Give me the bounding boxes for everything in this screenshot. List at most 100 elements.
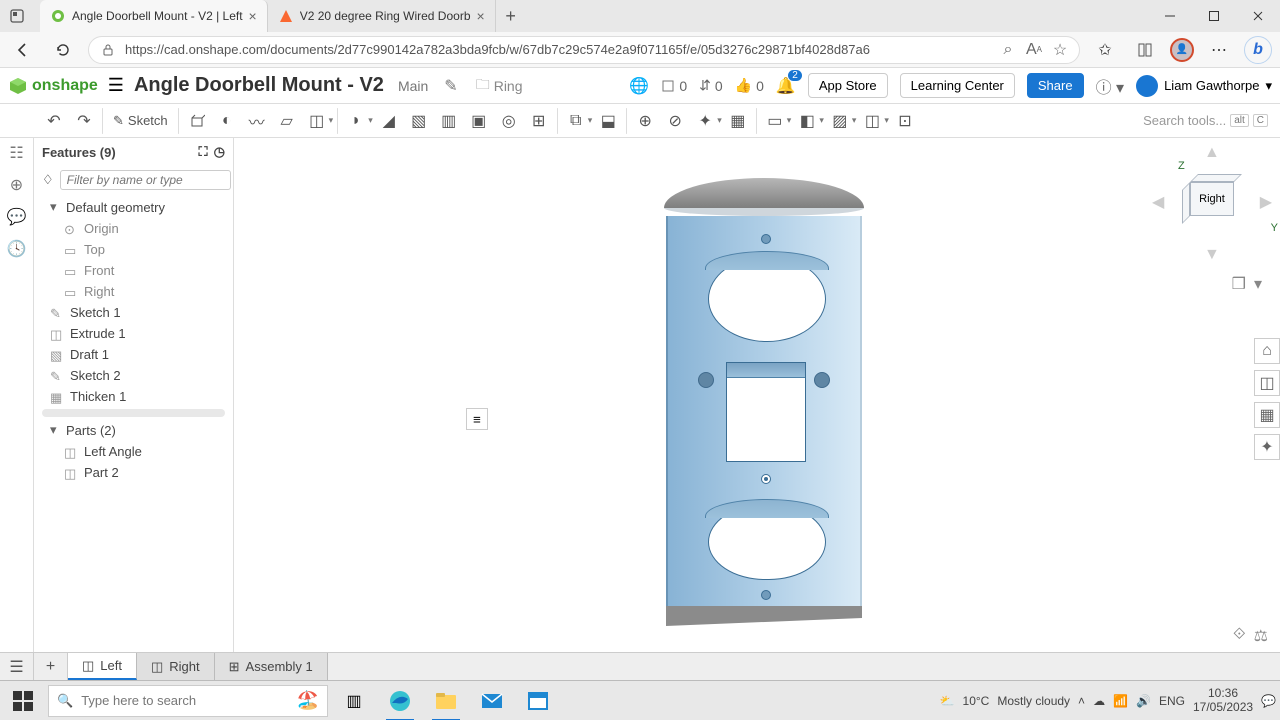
sketch-button[interactable]: ✎Sketch	[107, 108, 174, 134]
appearance-icon[interactable]: ▨	[826, 108, 854, 134]
links-count[interactable]: ⇵0	[699, 77, 723, 94]
iso-view-icon[interactable]: ❒	[1232, 274, 1246, 294]
rib-icon[interactable]: ▥	[435, 108, 463, 134]
part-tab-assembly[interactable]: ⊞Assembly 1	[215, 653, 328, 680]
collapse-panel-button[interactable]: ≡	[466, 408, 488, 430]
view-menu-icon[interactable]: ▾	[1254, 274, 1262, 294]
frame-icon[interactable]: ⊡	[891, 108, 919, 134]
search-tools[interactable]: Search tools... alt C	[1135, 113, 1276, 128]
right-plane-item[interactable]: ▭Right	[34, 281, 233, 302]
tab-manager-button[interactable]: ☰	[0, 653, 34, 680]
filter-icon[interactable]: ♢	[42, 172, 54, 188]
parts-group[interactable]: ▾ Parts (2)	[34, 419, 233, 441]
view-cube[interactable]: ▲ ◀ ▶ ▼ Right Z Y	[1152, 144, 1272, 264]
add-tab-button[interactable]: +	[34, 653, 68, 680]
feature-sketch2[interactable]: ✎Sketch 2	[34, 365, 233, 386]
folder-tag[interactable]: 🗀 Ring	[476, 74, 523, 98]
globe-icon[interactable]: 🌐	[629, 76, 649, 96]
rename-icon[interactable]: ✎	[444, 76, 457, 96]
new-tab-button[interactable]: +	[496, 0, 526, 32]
delete-face-icon[interactable]: ⊘	[661, 108, 689, 134]
rollback-bar[interactable]	[42, 409, 225, 417]
collections-icon[interactable]	[1130, 35, 1160, 65]
mail-app-icon[interactable]	[472, 681, 512, 720]
document-title[interactable]: Angle Doorbell Mount - V2	[134, 74, 384, 97]
close-icon[interactable]: ×	[249, 8, 257, 24]
menu-icon[interactable]: ☰	[108, 75, 124, 96]
feature-tree-icon[interactable]: ☷	[6, 142, 28, 164]
feature-extrude1[interactable]: ◫Extrude 1	[34, 323, 233, 344]
favorite-icon[interactable]: ☆	[1051, 41, 1069, 59]
expand-icon[interactable]: ⛶	[199, 144, 208, 160]
tab-actions-icon[interactable]	[0, 0, 34, 32]
top-plane-item[interactable]: ▭Top	[34, 239, 233, 260]
insert-icon[interactable]: ⊕	[6, 174, 28, 196]
side-tool-2[interactable]: ◫	[1254, 370, 1280, 396]
text-size-icon[interactable]: AA	[1025, 41, 1043, 59]
more-icon[interactable]: ⋯	[1204, 35, 1234, 65]
section-icon[interactable]: ◧	[793, 108, 821, 134]
learning-center-button[interactable]: Learning Center	[900, 73, 1015, 98]
help-icon[interactable]: ⓘ ▾	[1096, 74, 1124, 98]
transform-icon[interactable]: ⊕	[631, 108, 659, 134]
profile-icon[interactable]: 👤	[1170, 38, 1194, 62]
feature-draft1[interactable]: ▧Draft 1	[34, 344, 233, 365]
task-view-icon[interactable]: ▥	[334, 681, 374, 720]
favorites-icon[interactable]: ✩	[1090, 35, 1120, 65]
modify-icon[interactable]: ✦	[691, 108, 719, 134]
branch-name[interactable]: Main	[398, 78, 428, 94]
explorer-app-icon[interactable]	[426, 681, 466, 720]
fillet-icon[interactable]: ◗	[342, 108, 370, 134]
reader-icon[interactable]: ⌕	[999, 41, 1017, 59]
part-left-angle[interactable]: ◫Left Angle	[34, 441, 233, 462]
clock[interactable]: 10:36 17/05/2023	[1193, 687, 1253, 713]
boolean-icon[interactable]: ⧉	[562, 108, 590, 134]
side-tool-3[interactable]: ▦	[1254, 402, 1280, 428]
language-indicator[interactable]: ENG	[1159, 694, 1185, 708]
chamfer-icon[interactable]: ◢	[375, 108, 403, 134]
user-menu[interactable]: Liam Gawthorpe ▾	[1136, 75, 1272, 97]
volume-icon[interactable]: 🔊	[1136, 694, 1151, 708]
references-count[interactable]: 0	[661, 78, 687, 94]
undo-button[interactable]: ↶	[40, 108, 68, 134]
part-2[interactable]: ◫Part 2	[34, 462, 233, 483]
back-button[interactable]	[8, 35, 38, 65]
calendar-app-icon[interactable]	[518, 681, 558, 720]
close-icon[interactable]: ×	[477, 8, 485, 24]
side-tool-4[interactable]: ✦	[1254, 434, 1280, 460]
share-button[interactable]: Share	[1027, 73, 1084, 98]
tray-chevron-icon[interactable]: ˄	[1078, 694, 1085, 708]
start-button[interactable]	[4, 682, 42, 720]
part-tab-right[interactable]: ◫Right	[137, 653, 215, 680]
edge-app-icon[interactable]	[380, 681, 420, 720]
rollback-icon[interactable]: ◷	[214, 144, 225, 160]
feature-thicken1[interactable]: ▦Thicken 1	[34, 386, 233, 407]
appstore-button[interactable]: App Store	[808, 73, 888, 98]
close-window-button[interactable]	[1236, 0, 1280, 32]
wifi-icon[interactable]: 📶	[1113, 694, 1128, 708]
feature-sketch1[interactable]: ✎Sketch 1	[34, 302, 233, 323]
redo-button[interactable]: ↷	[70, 108, 98, 134]
notifications-icon[interactable]: 🔔2	[776, 76, 796, 96]
split-icon[interactable]: ⬓	[594, 108, 622, 134]
refresh-button[interactable]	[48, 35, 78, 65]
browser-tab-1[interactable]: Angle Doorbell Mount - V2 | Left ×	[40, 0, 268, 32]
extrude-icon[interactable]	[183, 108, 211, 134]
units-icon[interactable]: ⟐	[1233, 626, 1246, 646]
shell-icon[interactable]: ▣	[465, 108, 493, 134]
browser-tab-2[interactable]: V2 20 degree Ring Wired Doorb ×	[268, 0, 496, 32]
hole-icon[interactable]: ◎	[495, 108, 523, 134]
part-tab-left[interactable]: ◫Left	[68, 653, 137, 680]
sweep-icon[interactable]: 〰	[243, 108, 271, 134]
draft-icon[interactable]: ▧	[405, 108, 433, 134]
taskbar-search[interactable]: 🔍 Type here to search 🏖️	[48, 685, 328, 717]
maximize-button[interactable]	[1192, 0, 1236, 32]
onshape-logo[interactable]: onshape	[8, 76, 98, 96]
history-icon[interactable]: 🕓	[6, 238, 28, 260]
action-center-icon[interactable]: 💬	[1261, 694, 1276, 708]
likes-count[interactable]: 👍0	[735, 77, 764, 94]
address-bar[interactable]: https://cad.onshape.com/documents/2d77c9…	[88, 36, 1080, 64]
default-geometry-group[interactable]: ▾ Default geometry	[34, 196, 233, 218]
comment-icon[interactable]: 💬	[6, 206, 28, 228]
onedrive-icon[interactable]: ☁	[1093, 694, 1105, 708]
